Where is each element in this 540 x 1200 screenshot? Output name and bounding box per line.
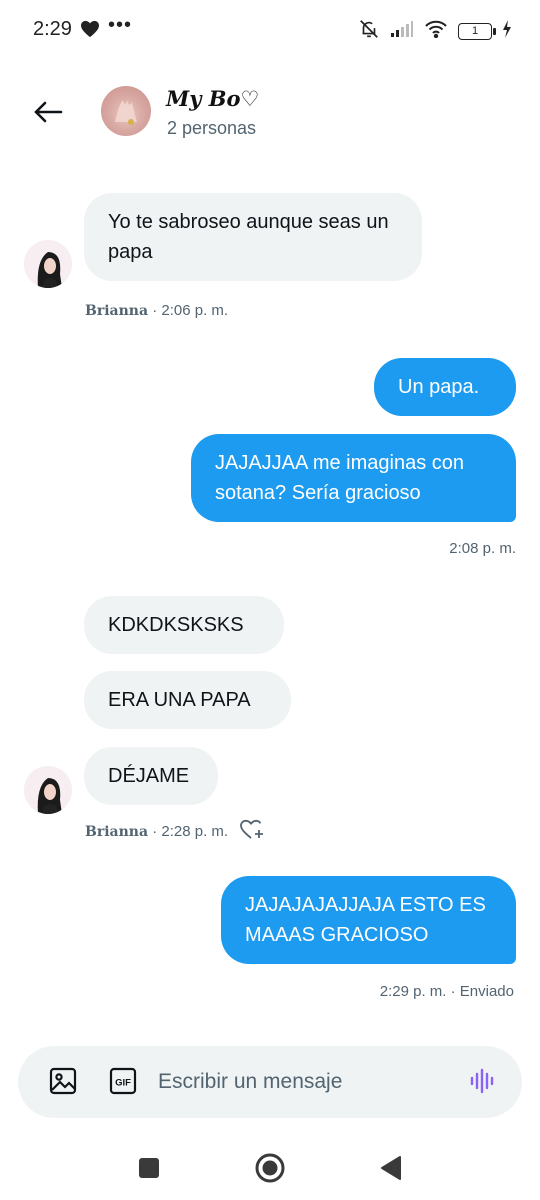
avatar[interactable] xyxy=(24,766,72,814)
image-icon xyxy=(49,1067,77,1095)
message-bubble[interactable]: JAJAJJAA me imaginas con sotana? Sería g… xyxy=(191,434,516,522)
back-nav-button[interactable] xyxy=(373,1150,409,1186)
message-bubble[interactable]: Yo te sabroseo aunque seas un papa xyxy=(84,193,422,281)
message-text: ERA UNA PAPA xyxy=(108,689,251,711)
sender-name: Brianna xyxy=(85,824,149,840)
conversation-header: My Bo♡ 2 personas xyxy=(0,80,540,144)
recents-square-icon xyxy=(139,1158,159,1178)
sender-name: Brianna xyxy=(85,303,149,319)
system-nav-bar xyxy=(0,1130,540,1200)
message-meta: Brianna · 2:06 p. m. xyxy=(85,302,228,319)
heart-icon xyxy=(80,20,100,43)
status-bar: 2:29 ••• 1 xyxy=(0,0,540,60)
more-dots-icon: ••• xyxy=(108,14,133,36)
voice-icon xyxy=(470,1068,494,1094)
back-triangle-icon xyxy=(381,1156,401,1180)
signal-icon xyxy=(390,20,414,43)
battery-icon: 1 xyxy=(458,23,496,40)
message-time: · 2:06 p. m. xyxy=(148,302,229,319)
group-avatar[interactable] xyxy=(101,86,151,136)
home-circle-icon xyxy=(255,1153,285,1183)
message-composer: GIF xyxy=(18,1046,522,1118)
message-bubble[interactable]: DÉJAME xyxy=(84,747,218,805)
message-meta: Brianna · 2:28 p. m. xyxy=(85,823,228,840)
message-bubble[interactable]: ERA UNA PAPA xyxy=(84,671,291,729)
message-text: Un papa. xyxy=(398,376,480,398)
wifi-icon xyxy=(424,20,448,43)
arrow-left-icon xyxy=(34,101,63,123)
back-button[interactable] xyxy=(30,94,66,130)
gif-icon: GIF xyxy=(109,1067,137,1095)
message-list: Yo te sabroseo aunque seas un papa Brian… xyxy=(0,150,540,1030)
add-reaction-button[interactable] xyxy=(239,818,265,842)
status-time: 2:29 xyxy=(33,18,72,40)
avatar[interactable] xyxy=(24,240,72,288)
message-text: JAJAJAJAJJAJA ESTO ES MAAAS GRACIOSO xyxy=(245,894,486,946)
message-text: DÉJAME xyxy=(108,765,190,787)
message-bubble[interactable]: JAJAJAJAJJAJA ESTO ES MAAAS GRACIOSO xyxy=(221,876,516,964)
message-text: KDKDKSKSKS xyxy=(108,614,244,636)
message-input[interactable] xyxy=(158,1062,458,1102)
bell-off-icon xyxy=(358,18,380,45)
message-bubble[interactable]: KDKDKSKSKS xyxy=(84,596,284,654)
message-time: 2:08 p. m. xyxy=(449,540,516,557)
message-text: Yo te sabroseo aunque seas un papa xyxy=(108,211,389,263)
participant-count[interactable]: 2 personas xyxy=(167,118,256,139)
charging-icon xyxy=(502,20,512,43)
message-time: · 2:28 p. m. xyxy=(148,823,229,840)
home-button[interactable] xyxy=(252,1150,288,1186)
image-button[interactable] xyxy=(48,1066,78,1096)
heart-plus-icon xyxy=(240,819,263,839)
conversation-title[interactable]: My Bo♡ xyxy=(166,86,259,111)
voice-message-button[interactable] xyxy=(468,1066,498,1096)
message-status: 2:29 p. m. · Enviado xyxy=(379,983,514,1000)
recents-button[interactable] xyxy=(131,1150,167,1186)
message-bubble[interactable]: Un papa. xyxy=(374,358,516,416)
message-text: JAJAJJAA me imaginas con sotana? Sería g… xyxy=(215,452,464,504)
gif-label: GIF xyxy=(115,1078,131,1089)
gif-button[interactable]: GIF xyxy=(108,1066,138,1096)
